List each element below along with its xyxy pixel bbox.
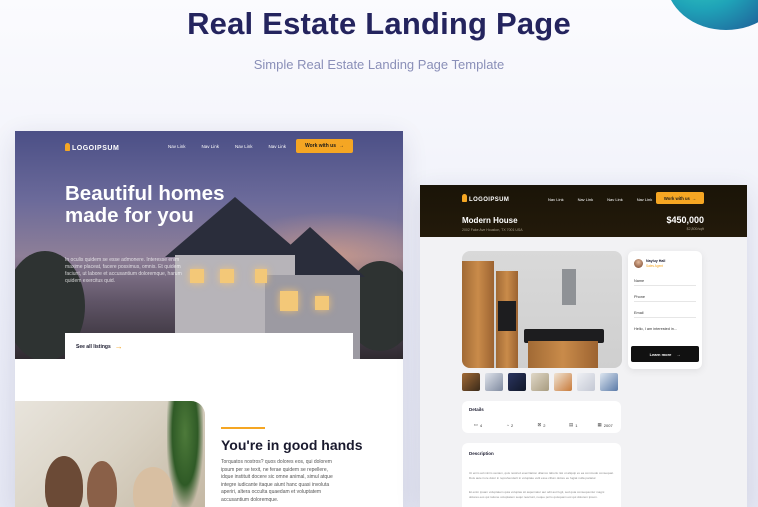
nav-link[interactable]: Nav Link <box>202 144 220 149</box>
price-per-sqft: $2,800/sqft <box>686 227 704 231</box>
thumbnail[interactable] <box>485 373 503 391</box>
detail-value: 1 <box>575 422 578 428</box>
description-card: Description Ut enim ad minim veniam, qui… <box>462 443 621 507</box>
nav-link[interactable]: Nav Link <box>548 197 564 202</box>
learn-more-button[interactable]: Learn more → <box>631 346 699 362</box>
detail-value: 2 <box>510 422 514 428</box>
property-price: $450,000 <box>666 215 704 225</box>
details-card: Details ▭ 4 ◔ 2 ⊠ 2 ▤ 1 ▦ 2007 <box>462 401 621 433</box>
logo-mark-icon <box>462 194 467 202</box>
top-nav: Nav Link Nav Link Nav Link Nav Link <box>548 197 652 202</box>
photo-thumbnails <box>462 373 618 391</box>
detail-value: 2 <box>543 422 546 428</box>
family-photo <box>15 401 205 507</box>
message-field[interactable]: Hello, I am interested in... <box>634 327 696 333</box>
page-title: Real Estate Landing Page <box>187 6 571 41</box>
work-with-us-label: Work with us <box>304 143 337 149</box>
email-field[interactable]: Email <box>634 311 696 318</box>
detail-value: 2007 <box>603 422 613 428</box>
house-window <box>190 269 204 283</box>
oven <box>498 301 516 331</box>
details-list: ▭ 4 ◔ 2 ⊠ 2 ▤ 1 ▦ 2007 <box>462 422 621 428</box>
property-name: Modern House <box>462 216 518 225</box>
thumbnail[interactable] <box>531 373 549 391</box>
thumbnail[interactable] <box>508 373 526 391</box>
top-nav: Nav Link Nav Link Nav Link Nav Link <box>168 144 286 149</box>
thumbnail[interactable] <box>554 373 572 391</box>
thumbnail[interactable] <box>600 373 618 391</box>
thumbnail[interactable] <box>462 373 480 391</box>
work-with-us-label: Work with us <box>663 195 690 201</box>
property-main-photo[interactable] <box>462 251 622 368</box>
agent-avatar <box>634 259 643 268</box>
page-subtitle: Simple Real Estate Landing Page Template <box>253 57 505 72</box>
nav-link[interactable]: Nav Link <box>578 197 594 202</box>
see-all-listings-label: See all listings <box>76 343 111 350</box>
house-window <box>255 269 267 283</box>
see-all-listings-link[interactable]: See all listings → <box>65 333 353 360</box>
nav-link[interactable]: Nav Link <box>168 144 186 149</box>
detail-item: ▭ 4 <box>462 422 494 428</box>
logo[interactable]: LOGOIPSUM <box>65 143 119 152</box>
house-window <box>220 269 234 283</box>
bath-icon: ◔ <box>506 422 509 428</box>
logo-text: LOGOIPSUM <box>469 197 510 203</box>
section-title: You're in good hands <box>221 437 363 453</box>
calendar-icon: ▦ <box>597 422 602 427</box>
garage-icon: ▤ <box>569 422 574 427</box>
arrow-right-icon: → <box>676 351 681 357</box>
hero-headline: Beautiful homes made for you <box>65 182 225 227</box>
arrow-right-icon: → <box>339 143 345 149</box>
detail-value: 4 <box>479 422 483 428</box>
bed-icon: ▭ <box>473 422 478 427</box>
person-figure <box>45 456 83 507</box>
house-window <box>315 296 329 310</box>
detail-item: ▤ 1 <box>557 422 589 428</box>
wood-cabinet <box>462 261 494 368</box>
nav-link[interactable]: Nav Link <box>269 144 287 149</box>
agent-role: Sales Agent <box>646 264 664 268</box>
nav-link[interactable]: Nav Link <box>235 144 253 149</box>
work-with-us-button[interactable]: Work with us → <box>656 192 704 204</box>
range-hood <box>562 269 576 305</box>
nav-link[interactable]: Nav Link <box>607 197 623 202</box>
property-page-mockup: LOGOIPSUM Nav Link Nav Link Nav Link Nav… <box>420 185 747 507</box>
house-window <box>280 291 298 311</box>
hero-section: LOGOIPSUM Nav Link Nav Link Nav Link Nav… <box>15 131 403 359</box>
agent-name: Nayluy Hall <box>646 259 666 263</box>
description-text: Ut enim ad minim veniam, quis nostrud ex… <box>469 471 614 480</box>
work-with-us-button[interactable]: Work with us → <box>296 139 353 153</box>
logo-mark-icon <box>65 143 70 151</box>
phone-field[interactable]: Phone <box>634 295 696 302</box>
detail-item: ⊠ 2 <box>526 422 558 428</box>
property-header: LOGOIPSUM Nav Link Nav Link Nav Link Nav… <box>420 185 747 237</box>
logo-text: LOGOIPSUM <box>72 145 120 152</box>
nav-link[interactable]: Nav Link <box>637 197 653 202</box>
section-body-text: Torquatos nostros? quos dolores eos, qui… <box>221 459 333 503</box>
learn-more-label: Learn more <box>649 351 672 357</box>
contact-form-card: Nayluy Hall Sales Agent Name Phone Email… <box>628 251 702 369</box>
kitchen-island <box>528 341 598 368</box>
description-text: Et enim ipsam voluptatem quia voluptas s… <box>469 490 605 499</box>
detail-item: ▦ 2007 <box>589 422 621 428</box>
person-figure <box>87 461 117 507</box>
area-icon: ⊠ <box>537 422 542 427</box>
arrow-right-icon: → <box>691 195 697 201</box>
landing-page-mockup: LOGOIPSUM Nav Link Nav Link Nav Link Nav… <box>15 131 403 507</box>
arrow-right-icon: → <box>114 341 123 351</box>
property-address: 2002 Fake Ave Houston, TX 7001 USA <box>462 228 523 232</box>
thumbnail[interactable] <box>577 373 595 391</box>
logo[interactable]: LOGOIPSUM <box>462 194 509 203</box>
hero-body-text: In oculis quidem se esse admonere. Inter… <box>65 257 182 284</box>
details-title: Details <box>469 407 484 412</box>
accent-rule <box>221 427 265 429</box>
name-field[interactable]: Name <box>634 279 696 286</box>
description-title: Description <box>469 451 494 456</box>
detail-item: ◔ 2 <box>494 422 526 428</box>
